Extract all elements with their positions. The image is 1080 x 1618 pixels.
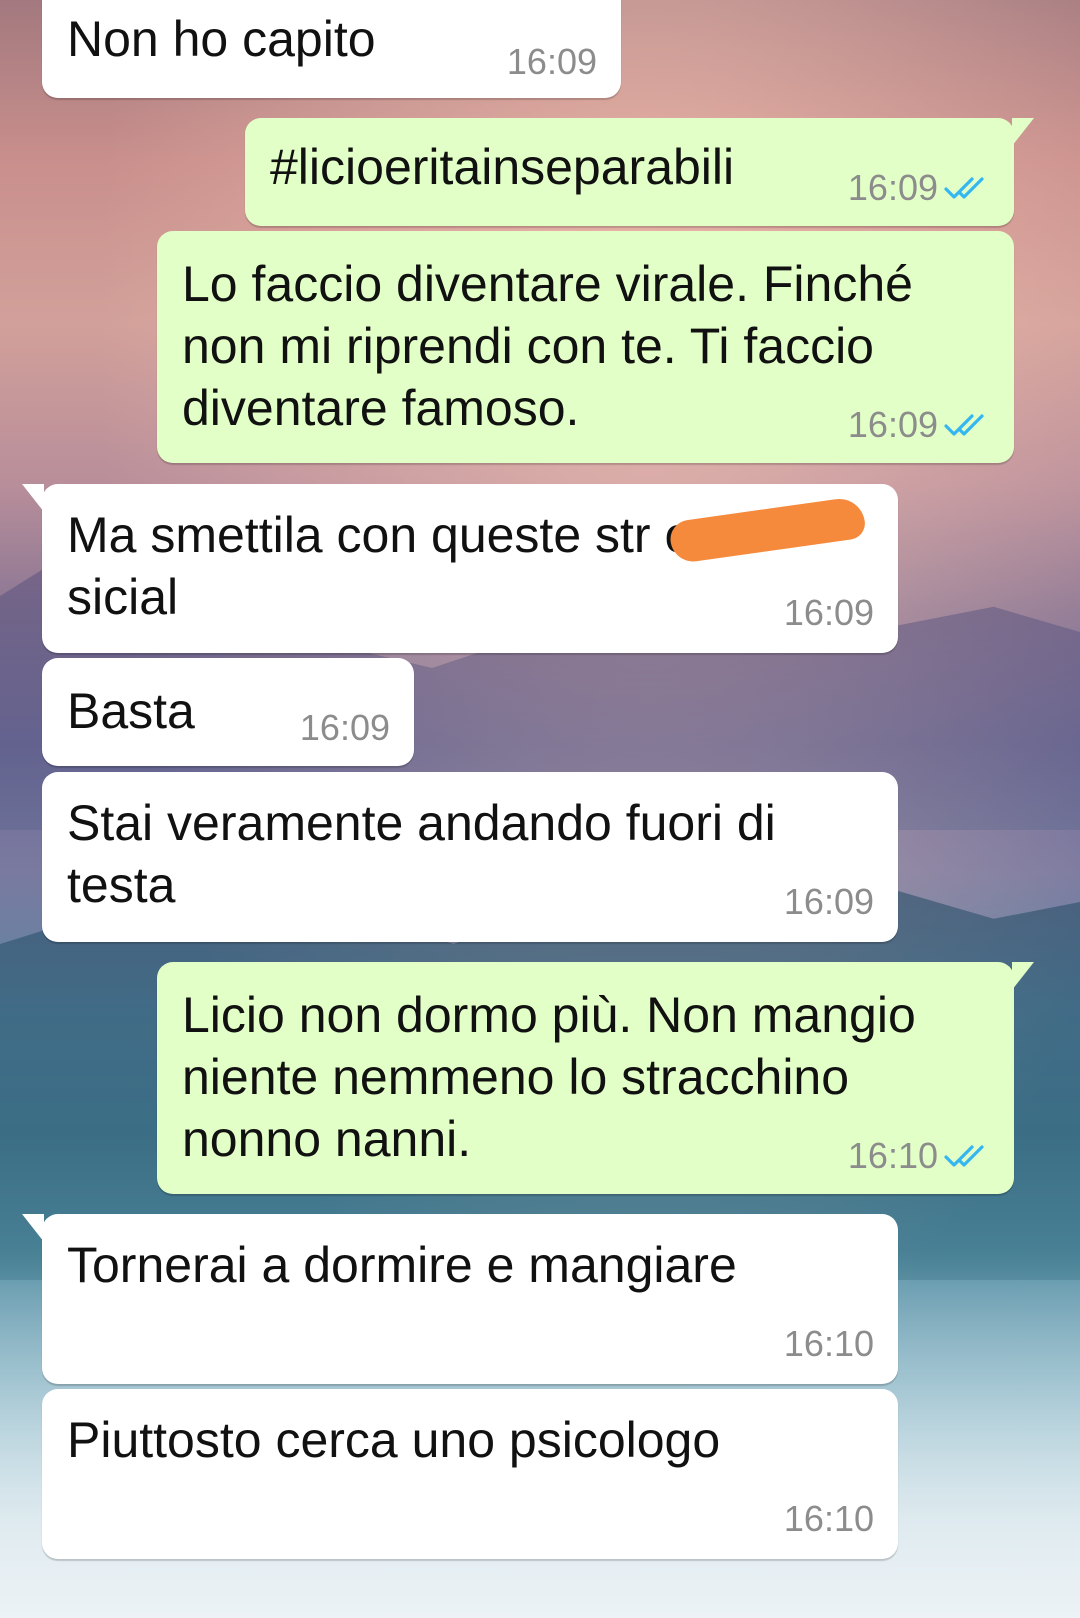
message-text: Piuttosto cerca uno psicologo (67, 1412, 721, 1468)
message-outgoing[interactable]: Lo faccio diventare virale. Finché non m… (157, 231, 1014, 463)
message-time: 16:09 (506, 41, 597, 82)
message-time: 16:10 (783, 1323, 874, 1364)
message-time: 16:09 (783, 592, 874, 633)
message-meta: 16:09 (784, 882, 874, 922)
message-meta: 16:10 (848, 1136, 990, 1176)
message-time: 16:09 (847, 167, 938, 208)
message-incoming[interactable]: Non ho capito 16:09 (42, 0, 621, 98)
message-text: Ma smettila con queste str e sicial (67, 507, 692, 625)
message-meta: 16:10 (784, 1499, 874, 1539)
message-meta: 16:09 (848, 405, 990, 445)
message-text: Non ho capito (67, 11, 376, 67)
message-text: Tornerai a dormire e mangiare (67, 1237, 737, 1293)
message-text: #licioeritainseparabili (270, 139, 735, 195)
message-meta: 16:09 (848, 168, 990, 208)
message-time: 16:09 (783, 881, 874, 922)
message-text: Lo faccio diventare virale. Finché non m… (182, 256, 913, 436)
message-text: Stai veramente andando fuori di testa (67, 795, 776, 913)
message-meta: 16:09 (507, 42, 597, 82)
message-incoming[interactable]: Piuttosto cerca uno psicologo 16:10 (42, 1389, 898, 1559)
redaction-scribble (668, 495, 867, 565)
message-time: 16:09 (847, 404, 938, 445)
message-meta: 16:10 (784, 1324, 874, 1364)
double-check-icon (944, 412, 990, 438)
message-incoming[interactable]: Ma smettila con queste str e sicial 16:0… (22, 484, 898, 653)
message-incoming[interactable]: Tornerai a dormire e mangiare 16:10 (22, 1214, 898, 1384)
double-check-icon (944, 175, 990, 201)
double-check-icon (944, 1143, 990, 1169)
message-meta: 16:09 (784, 593, 874, 633)
message-time: 16:09 (299, 707, 390, 748)
message-text: Licio non dormo più. Non mangio niente n… (182, 987, 916, 1167)
message-text: Basta (67, 683, 195, 739)
message-outgoing[interactable]: #licioeritainseparabili 16:09 (245, 118, 1034, 226)
message-outgoing[interactable]: Licio non dormo più. Non mangio niente n… (157, 962, 1034, 1194)
message-incoming[interactable]: Basta 16:09 (42, 658, 414, 766)
message-incoming[interactable]: Stai veramente andando fuori di testa 16… (42, 772, 898, 942)
message-time: 16:10 (783, 1498, 874, 1539)
message-time: 16:10 (847, 1135, 938, 1176)
message-meta: 16:09 (300, 708, 390, 748)
message-list[interactable]: Non ho capito 16:09 #licioeritainseparab… (0, 0, 1080, 1618)
